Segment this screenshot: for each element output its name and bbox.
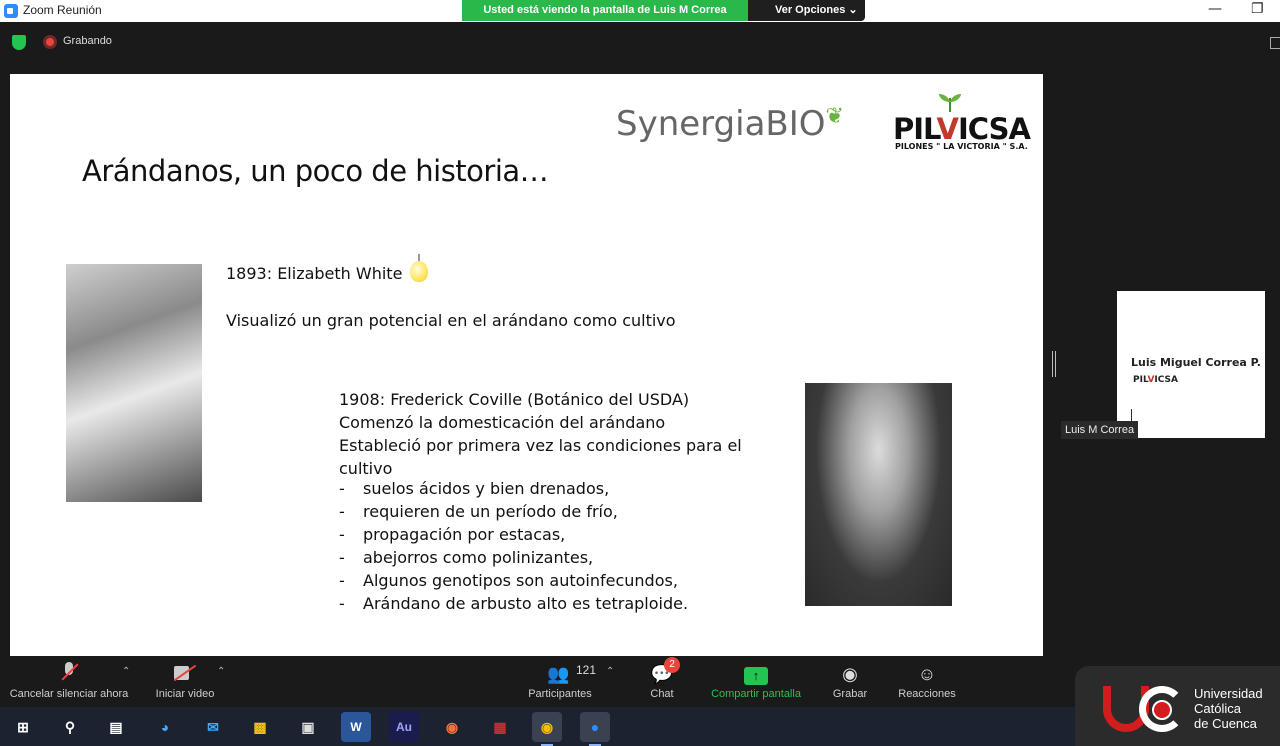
restore-button[interactable]: ❐ <box>1251 1 1264 17</box>
record-label: Grabar <box>832 688 868 700</box>
security-shield-icon[interactable] <box>12 35 26 50</box>
sprout-icon <box>939 94 961 112</box>
ucacue-logo <box>1103 686 1187 732</box>
chat-label: Chat <box>650 688 674 700</box>
list-item: - Algunos genotipos son autoinfecundos, <box>339 571 678 590</box>
participants-count: 121 <box>576 663 597 677</box>
slide-line-1893: 1893: Elizabeth White <box>226 264 403 283</box>
conditions-list: - suelos ácidos y bien drenados, - requier… <box>339 479 688 617</box>
mute-label: Cancelar silenciar ahora <box>9 688 129 700</box>
university-watermark: Universidad Católica de Cuenca <box>1075 666 1280 746</box>
camera-off-icon <box>174 666 196 680</box>
zoom-app-icon <box>4 4 18 18</box>
lightbulb-icon <box>407 254 431 284</box>
view-options-button[interactable]: Ver Opciones ⌄ <box>748 0 865 21</box>
window-title: Zoom Reunión <box>23 3 102 17</box>
audio-options-caret[interactable]: ⌃ <box>122 666 130 677</box>
recording-icon <box>43 35 57 49</box>
file-explorer-icon[interactable]: ▩ <box>245 712 275 742</box>
chrome-icon[interactable]: ◉ <box>532 712 562 746</box>
start-video-label: Iniciar video <box>155 688 215 700</box>
leaf-icon: ❦ <box>825 104 844 129</box>
participants-options-caret[interactable]: ⌃ <box>606 666 614 677</box>
smiley-add-icon: ☺ <box>917 664 937 684</box>
participants-label: Participantes <box>528 688 592 700</box>
frederick-coville-photo <box>805 383 952 606</box>
firefox-icon[interactable]: ◉ <box>437 712 467 742</box>
edge-browser-icon[interactable]: ◕ <box>150 712 180 742</box>
title-bar: Zoom Reunión Usted está viendo la pantal… <box>0 0 1280 22</box>
slide-title: Arándanos, un poco de historia… <box>82 154 549 188</box>
slide-line-1908: 1908: Frederick Coville (Botánico del US… <box>339 390 690 409</box>
audition-app-icon[interactable]: Au <box>389 712 419 742</box>
participant-tile-name: Luis Miguel Correa P. <box>1131 356 1261 369</box>
zoom-taskbar-icon[interactable]: ● <box>580 712 610 746</box>
side-panel-toggle[interactable] <box>1270 37 1280 49</box>
pilvicsa-logo: PILVICSA PILONES " LA VICTORIA " S.A. <box>893 94 1033 156</box>
meeting-header: Grabando <box>0 22 1280 62</box>
list-item: - suelos ácidos y bien drenados, <box>339 479 610 498</box>
view-options-label: Ver Opciones <box>775 4 846 16</box>
share-screen-button[interactable]: ↑ Compartir pantalla <box>705 656 807 700</box>
list-item: - abejorros como polinizantes, <box>339 548 594 567</box>
list-item: - requieren de un período de frío, <box>339 502 618 521</box>
slide-line-domestication: Comenzó la domesticación del arándano <box>339 413 666 432</box>
pilvicsa-wordmark: PILVICSA <box>893 112 1031 146</box>
list-item: - Arándano de arbusto alto es tetraploide… <box>339 594 689 613</box>
record-button[interactable]: ◉ Grabar <box>828 656 872 700</box>
university-name: Universidad Católica de Cuenca <box>1194 686 1263 731</box>
record-icon: ◉ <box>842 664 858 684</box>
store-icon[interactable]: ▣ <box>293 712 323 742</box>
recording-label: Grabando <box>63 35 112 47</box>
mute-button[interactable]: Cancelar silenciar ahora <box>9 656 129 700</box>
winrar-icon[interactable]: ▦ <box>485 712 515 742</box>
chat-unread-badge: 2 <box>664 657 680 673</box>
elizabeth-white-photo <box>66 264 202 502</box>
participant-video-tile[interactable]: Luis Miguel Correa P. PILVICSA <box>1117 291 1265 438</box>
slide-line-cultivo: cultivo <box>339 459 393 478</box>
minimize-button[interactable]: — <box>1208 1 1222 17</box>
share-screen-icon: ↑ <box>744 667 768 685</box>
video-options-caret[interactable]: ⌃ <box>217 666 225 677</box>
gallery-resize-handle[interactable] <box>1052 351 1056 377</box>
reactions-button[interactable]: ☺ Reacciones <box>896 656 958 700</box>
word-app-icon[interactable]: W <box>341 712 371 742</box>
slide-line-conditions: Estableció por primera vez las condicion… <box>339 436 742 455</box>
screen-share-banner: Usted está viendo la pantalla de Luis M … <box>462 0 748 21</box>
list-item: - propagación por estacas, <box>339 525 566 544</box>
participant-tile-logo: PILVICSA <box>1133 375 1178 385</box>
shared-screen-slide: SynergiaBIO❦ PILVICSA PILONES " LA VICTO… <box>10 74 1043 656</box>
synergiabio-logo: SynergiaBIO❦ <box>616 104 844 144</box>
task-view-icon[interactable]: ▤ <box>101 712 131 742</box>
reactions-label: Reacciones <box>898 688 956 700</box>
windows-start-icon[interactable]: ⊞ <box>8 712 38 742</box>
share-screen-label: Compartir pantalla <box>711 688 801 700</box>
chevron-down-icon: ⌄ <box>848 4 858 16</box>
pilvicsa-subtitle: PILONES " LA VICTORIA " S.A. <box>895 142 1028 151</box>
search-icon[interactable]: ⚲ <box>55 712 85 742</box>
start-video-button[interactable]: Iniciar video <box>152 656 218 700</box>
participant-name-label: Luis M Correa <box>1061 421 1139 439</box>
mail-icon[interactable]: ✉ <box>198 712 228 742</box>
slide-line-potential: Visualizó un gran potencial en el aránda… <box>226 311 676 330</box>
microphone-muted-icon <box>62 662 76 682</box>
